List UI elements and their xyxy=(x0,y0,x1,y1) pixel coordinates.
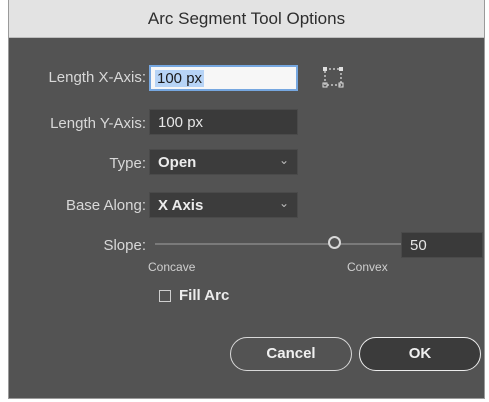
arc-segment-tool-options-dialog: Arc Segment Tool Options Length X-Axis: … xyxy=(8,0,485,399)
slope-value-input[interactable]: 50 xyxy=(401,232,483,258)
concave-label: Concave xyxy=(148,260,196,274)
length-y-axis-label: Length Y-Axis: xyxy=(50,115,146,132)
fill-arc-label[interactable]: Fill Arc xyxy=(179,287,229,304)
type-label: Type: xyxy=(109,155,146,172)
type-value: Open xyxy=(158,154,197,171)
base-along-label: Base Along: xyxy=(65,197,146,214)
length-x-axis-label: Length X-Axis: xyxy=(48,69,146,86)
length-y-axis-input[interactable]: 100 px xyxy=(149,109,298,135)
length-x-axis-input[interactable]: 100 px xyxy=(149,65,298,91)
dialog-titlebar[interactable]: Arc Segment Tool Options xyxy=(9,0,484,38)
base-along-value: X Axis xyxy=(158,197,204,214)
chevron-down-icon: ⌄ xyxy=(278,153,289,167)
chevron-down-icon: ⌄ xyxy=(278,196,289,210)
dialog-title: Arc Segment Tool Options xyxy=(147,9,346,28)
base-along-select[interactable]: X Axis ⌄ xyxy=(149,192,298,218)
slope-value: 50 xyxy=(410,237,427,254)
type-select[interactable]: Open ⌄ xyxy=(149,149,298,175)
slope-label: Slope: xyxy=(103,237,146,254)
slope-slider-track[interactable] xyxy=(155,243,404,245)
slope-slider-handle[interactable] xyxy=(328,236,341,249)
length-y-axis-value: 100 px xyxy=(158,114,204,131)
cancel-button[interactable]: Cancel xyxy=(230,337,352,371)
convex-label: Convex xyxy=(347,260,388,274)
reference-point-icon[interactable] xyxy=(321,66,345,88)
ok-button[interactable]: OK xyxy=(359,337,481,371)
fill-arc-checkbox[interactable] xyxy=(159,290,171,302)
length-x-axis-value: 100 px xyxy=(155,70,205,87)
